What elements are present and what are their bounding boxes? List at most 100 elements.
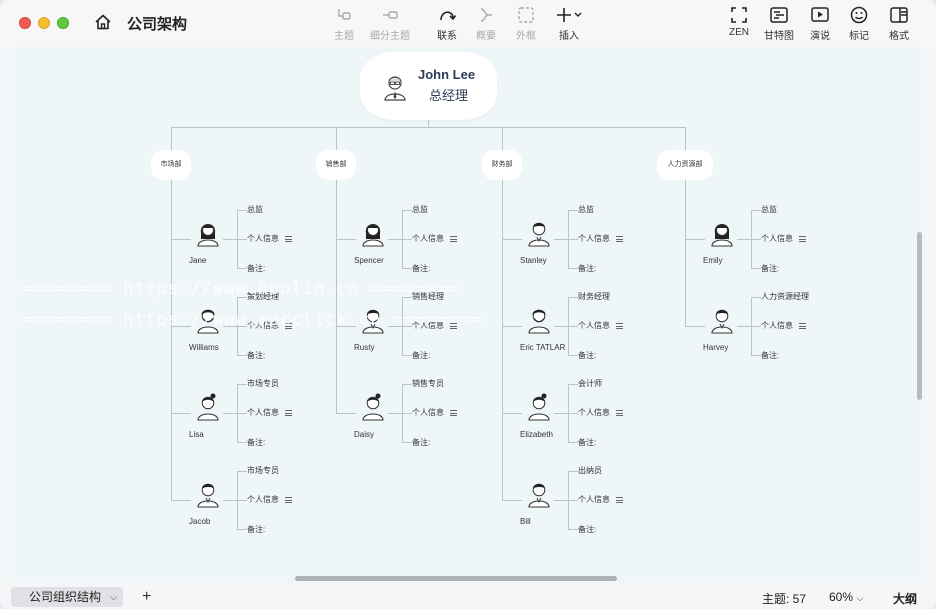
person-name[interactable]: Elizabeth xyxy=(520,430,553,439)
connector-line xyxy=(568,239,578,240)
person-info-label[interactable]: 个人信息 xyxy=(247,407,279,418)
insert-button[interactable]: 插入 xyxy=(553,6,585,44)
person-note-label[interactable]: 备注: xyxy=(761,350,779,361)
person-name[interactable]: Spencer xyxy=(354,256,384,265)
department-topic[interactable]: 销售部 xyxy=(316,150,356,180)
person-note-label[interactable]: 备注: xyxy=(578,263,596,274)
person-note-label[interactable]: 备注: xyxy=(247,437,265,448)
person-role[interactable]: 出纳员 xyxy=(578,465,602,476)
person-name[interactable]: Stanley xyxy=(520,256,547,265)
note-icon[interactable] xyxy=(285,410,292,416)
close-window-button[interactable] xyxy=(19,17,31,29)
person-info-label[interactable]: 个人信息 xyxy=(761,320,793,331)
chevron-down-icon: ⌵ xyxy=(110,592,117,602)
person-info-label[interactable]: 个人信息 xyxy=(578,494,610,505)
person-note-label[interactable]: 备注: xyxy=(578,524,596,535)
person-name[interactable]: Eric TATLAR xyxy=(520,343,565,352)
topic-count: 主题: 57 xyxy=(762,592,807,606)
connector-line xyxy=(502,180,503,500)
person-role[interactable]: 人力资源经理 xyxy=(761,291,809,302)
zoom-window-button[interactable] xyxy=(57,17,69,29)
marker-button[interactable]: 标记 xyxy=(847,6,871,44)
person-name[interactable]: Lisa xyxy=(189,430,204,439)
person-role[interactable]: 总监 xyxy=(412,204,428,215)
person-note-label[interactable]: 备注: xyxy=(412,350,430,361)
person-note-label[interactable]: 备注: xyxy=(578,437,596,448)
person-role[interactable]: 市场专员 xyxy=(247,378,279,389)
person-role[interactable]: 总监 xyxy=(578,204,594,215)
person-name[interactable]: Jacob xyxy=(189,517,210,526)
note-icon[interactable] xyxy=(616,323,623,329)
person-role[interactable]: 总监 xyxy=(247,204,263,215)
person-info-label[interactable]: 个人信息 xyxy=(412,233,444,244)
person-note-label[interactable]: 备注: xyxy=(247,263,265,274)
outline-button[interactable]: 大纲 xyxy=(893,590,917,607)
department-topic[interactable]: 人力资源部 xyxy=(657,150,713,180)
person-info-label[interactable]: 个人信息 xyxy=(412,407,444,418)
note-icon[interactable] xyxy=(799,236,806,242)
note-icon[interactable] xyxy=(285,497,292,503)
person-name[interactable]: Emily xyxy=(703,256,723,265)
person-name[interactable]: Williams xyxy=(189,343,219,352)
note-icon[interactable] xyxy=(450,410,457,416)
gantt-button[interactable]: 甘特图 xyxy=(762,6,796,44)
person-note-label[interactable]: 备注: xyxy=(412,437,430,448)
relationship-button[interactable]: 联系 xyxy=(434,6,460,44)
person-role[interactable]: 财务经理 xyxy=(578,291,610,302)
note-icon[interactable] xyxy=(616,410,623,416)
person-avatar-icon xyxy=(528,309,550,334)
connector-line xyxy=(237,268,247,269)
present-button[interactable]: 演说 xyxy=(808,6,832,44)
note-icon[interactable] xyxy=(450,236,457,242)
note-icon[interactable] xyxy=(285,236,292,242)
person-role[interactable]: 总监 xyxy=(761,204,777,215)
person-role[interactable]: 会计师 xyxy=(578,378,602,389)
connector-line xyxy=(336,413,356,414)
smiley-icon xyxy=(850,6,868,24)
person-info-label[interactable]: 个人信息 xyxy=(247,233,279,244)
person-note-label[interactable]: 备注: xyxy=(247,524,265,535)
gantt-icon xyxy=(770,7,788,23)
person-note-label[interactable]: 备注: xyxy=(761,263,779,274)
connector-line xyxy=(171,239,191,240)
format-button[interactable]: 格式 xyxy=(886,6,912,44)
sheet-tab[interactable]: 公司组织结构 ⌵ xyxy=(11,587,123,607)
person-info-label[interactable]: 个人信息 xyxy=(578,233,610,244)
subtopic-button[interactable]: 细分主题 xyxy=(367,6,413,44)
minimize-window-button[interactable] xyxy=(38,17,50,29)
summary-button[interactable]: 概要 xyxy=(473,6,499,44)
person-name[interactable]: Bill xyxy=(520,517,531,526)
person-name[interactable]: Daisy xyxy=(354,430,374,439)
person-info-label[interactable]: 个人信息 xyxy=(247,494,279,505)
person-note-label[interactable]: 备注: xyxy=(578,350,596,361)
vertical-scrollbar[interactable] xyxy=(917,232,922,400)
person-role[interactable]: 销售专员 xyxy=(412,378,444,389)
boundary-button[interactable]: 外框 xyxy=(513,6,539,44)
note-icon[interactable] xyxy=(616,236,623,242)
person-name[interactable]: Rusty xyxy=(354,343,374,352)
person-info-label[interactable]: 个人信息 xyxy=(578,407,610,418)
zoom-select[interactable]: 60% ⌵ xyxy=(829,590,863,604)
person-role[interactable]: 市场专员 xyxy=(247,465,279,476)
summary-icon xyxy=(480,8,492,22)
department-topic[interactable]: 财务部 xyxy=(482,150,522,180)
home-icon[interactable] xyxy=(94,13,112,31)
note-icon[interactable] xyxy=(799,323,806,329)
root-title: 总经理 xyxy=(429,88,469,103)
sheet-tab-label: 公司组织结构 xyxy=(29,590,102,604)
person-info-label[interactable]: 个人信息 xyxy=(761,233,793,244)
person-info-label[interactable]: 个人信息 xyxy=(578,320,610,331)
person-note-label[interactable]: 备注: xyxy=(247,350,265,361)
horizontal-scrollbar[interactable] xyxy=(295,576,617,581)
connector-line xyxy=(171,413,191,414)
add-sheet-button[interactable]: + xyxy=(142,587,151,607)
person-note-label[interactable]: 备注: xyxy=(412,263,430,274)
zen-button[interactable]: ZEN xyxy=(727,6,751,44)
person-avatar-icon xyxy=(528,393,550,421)
department-topic[interactable]: 市场部 xyxy=(151,150,191,180)
note-icon[interactable] xyxy=(616,497,623,503)
person-name[interactable]: Jane xyxy=(189,256,206,265)
person-name[interactable]: Harvey xyxy=(703,343,728,352)
topic-button[interactable]: 主题 xyxy=(331,6,357,44)
connector-line xyxy=(685,326,705,327)
